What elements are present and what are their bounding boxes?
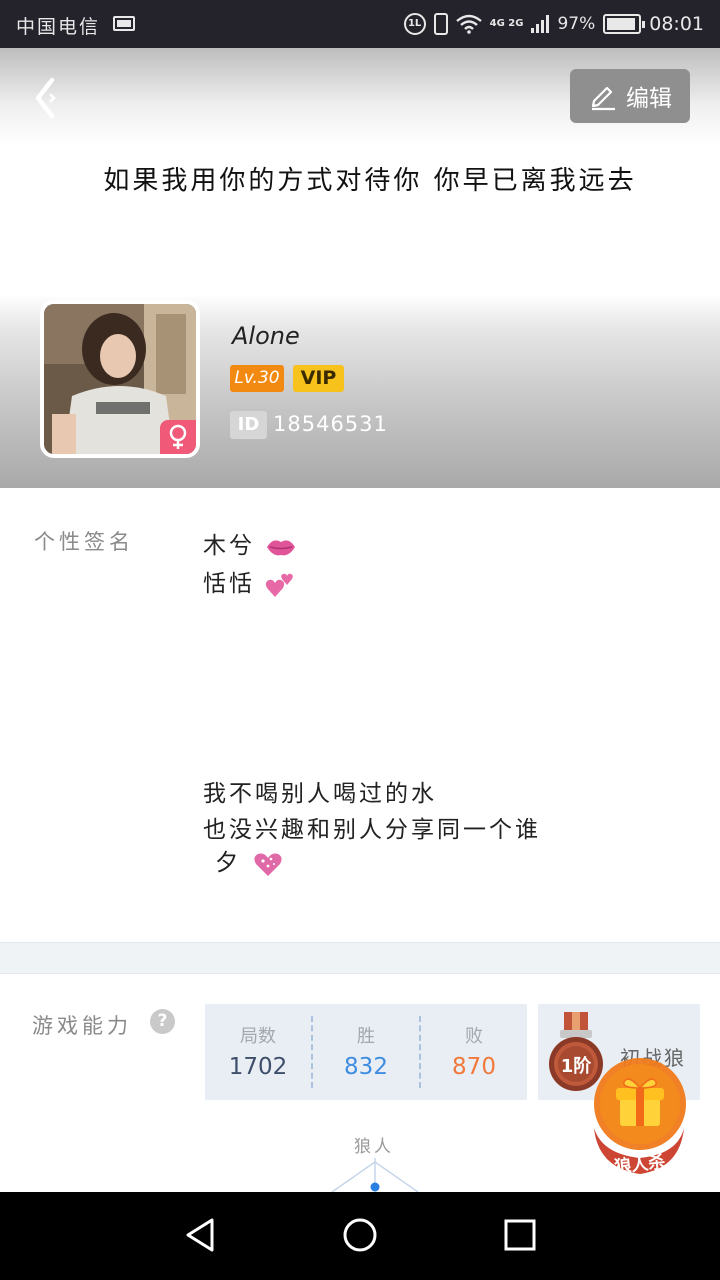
navigation-bar: [0, 1192, 720, 1280]
stat-label: 局数: [240, 1026, 276, 1047]
vip-badge: VIP: [293, 365, 344, 392]
stat-value: 832: [344, 1054, 388, 1080]
carrier-label: 中国电信: [16, 16, 101, 38]
avatar[interactable]: [40, 300, 200, 458]
status-bar: 中国电信 1L 4G 2G 97% 08:01: [0, 0, 720, 48]
two-hearts-icon: [266, 573, 294, 597]
wifi-icon: [455, 14, 482, 34]
home-circle-icon[interactable]: [335, 1210, 385, 1260]
game-stats: 局数 1702 胜 832 败 870: [205, 1004, 527, 1100]
stat-total: 局数 1702: [205, 1004, 311, 1100]
edit-label: 编辑: [626, 86, 672, 112]
clock: 08:01: [649, 13, 704, 35]
hd-call-icon: 1L: [403, 13, 426, 35]
vibrate-icon: [433, 13, 448, 35]
signature-line: 木兮: [203, 526, 297, 560]
signature-line-text: 木兮: [203, 533, 255, 559]
signal-icon: [531, 15, 550, 33]
radar-role-label: 狼人: [354, 1137, 394, 1157]
battery-icon: [603, 14, 646, 34]
signature-line-text: 夕: [215, 850, 241, 876]
status-icons: 1L 4G 2G 97% 08:01: [403, 10, 704, 38]
lips-icon: [267, 539, 296, 555]
signature-line: 夕: [215, 843, 285, 878]
stat-label: 败: [465, 1026, 483, 1047]
gift-button[interactable]: 狼人杀: [588, 1058, 688, 1180]
gender-female-icon: [160, 420, 196, 454]
stat-label: 胜: [357, 1026, 375, 1047]
user-id: 18546531: [273, 412, 388, 436]
battery-percent: 97%: [557, 14, 596, 34]
ability-radar-chart: [331, 1158, 419, 1192]
help-icon[interactable]: ?: [150, 1009, 175, 1034]
recents-square-icon[interactable]: [495, 1210, 545, 1260]
network-type: 4G 2G: [489, 18, 524, 29]
nickname: Alone: [232, 322, 300, 350]
stat-value: 870: [452, 1054, 496, 1080]
signature-line: 也没兴趣和别人分享同一个谁: [203, 817, 541, 843]
level-badge: Lv.30: [230, 365, 284, 392]
signature-line: 我不喝别人喝过的水: [203, 781, 437, 807]
stat-losses: 败 870: [419, 1016, 527, 1088]
edit-button[interactable]: 编辑: [570, 69, 690, 123]
stat-wins: 胜 832: [311, 1016, 419, 1088]
section-divider: [0, 942, 720, 974]
sim-card-icon: [113, 16, 135, 31]
back-icon[interactable]: [30, 76, 74, 120]
sparkling-heart-icon: [254, 853, 282, 876]
pencil-icon: [591, 86, 615, 111]
id-tag: ID: [230, 411, 267, 439]
stat-value: 1702: [228, 1054, 288, 1080]
signature-line-text: 恬恬: [203, 571, 255, 597]
signature-line: 恬恬: [203, 564, 295, 599]
signature-label: 个性签名: [34, 530, 134, 554]
back-triangle-icon[interactable]: [176, 1210, 226, 1260]
profile-motto: 如果我用你的方式对待你 你早已离我远去: [103, 166, 637, 196]
game-ability-label: 游戏能力: [32, 1014, 132, 1038]
